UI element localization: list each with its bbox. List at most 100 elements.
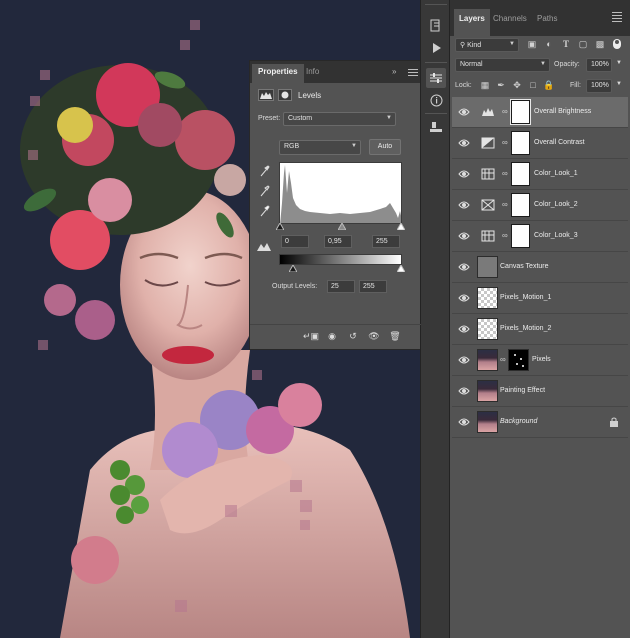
layer-row[interactable]: ∞ Color_Look_3: [452, 221, 628, 252]
link-icon[interactable]: ∞: [500, 355, 507, 366]
channel-select[interactable]: RGB ▼: [279, 140, 361, 155]
layer-row[interactable]: ∞ Pixels: [452, 345, 628, 376]
gray-point-eyedropper-icon[interactable]: [260, 185, 270, 199]
eye-icon[interactable]: [458, 231, 470, 241]
layer-mask-thumbnail[interactable]: [508, 349, 529, 371]
tab-info[interactable]: Info: [300, 64, 325, 83]
layer-row[interactable]: ∞ Overall Brightness: [452, 97, 628, 128]
link-icon[interactable]: ∞: [502, 138, 509, 149]
eye-icon[interactable]: [458, 417, 470, 427]
filter-kind-select[interactable]: ⚲ Kind ▼: [455, 38, 519, 52]
tab-paths[interactable]: Paths: [532, 9, 562, 36]
layer-row[interactable]: Canvas Texture: [452, 252, 628, 283]
layer-thumbnail[interactable]: [477, 256, 498, 278]
layer-thumbnail[interactable]: [477, 318, 498, 340]
eye-icon[interactable]: [458, 262, 470, 272]
layer-name[interactable]: Pixels_Motion_2: [500, 325, 551, 332]
eye-icon[interactable]: [458, 200, 470, 210]
layer-mask-thumbnail[interactable]: [511, 224, 530, 248]
link-icon[interactable]: ∞: [502, 231, 509, 242]
lock-position-icon[interactable]: ✥: [511, 79, 523, 91]
layer-name[interactable]: Canvas Texture: [500, 263, 549, 270]
link-icon[interactable]: ∞: [502, 107, 509, 118]
eye-icon[interactable]: [458, 107, 470, 117]
clip-to-layer-icon[interactable]: ↵▣: [303, 330, 319, 343]
view-previous-icon[interactable]: ◉: [325, 330, 339, 343]
layer-row[interactable]: ∞ Color_Look_2: [452, 190, 628, 221]
link-icon[interactable]: ∞: [502, 169, 509, 180]
layer-thumbnail[interactable]: [477, 411, 498, 433]
layer-row[interactable]: ∞ Color_Look_1: [452, 159, 628, 190]
layer-name[interactable]: Pixels: [532, 356, 551, 363]
layer-mask-thumbnail[interactable]: [511, 131, 530, 155]
fill-input[interactable]: 100%: [586, 79, 612, 93]
info-icon[interactable]: [426, 90, 446, 110]
collapse-icon[interactable]: »: [392, 67, 396, 76]
mask-icon[interactable]: [278, 89, 292, 101]
filter-pixel-icon[interactable]: ▣: [526, 38, 538, 50]
layer-name[interactable]: Overall Brightness: [534, 108, 591, 115]
layer-thumbnail[interactable]: [477, 380, 498, 402]
output-black-slider[interactable]: [288, 263, 298, 274]
eye-icon[interactable]: [458, 169, 470, 179]
output-white-field[interactable]: 255: [359, 280, 387, 293]
lock-paint-icon[interactable]: ✒: [495, 79, 507, 91]
filter-adjustment-icon[interactable]: ◐: [543, 38, 555, 50]
output-black-field[interactable]: 25: [327, 280, 355, 293]
layer-thumbnail[interactable]: [477, 349, 498, 371]
lock-artboard-icon[interactable]: □: [527, 79, 539, 91]
adjustments-icon[interactable]: [426, 68, 446, 88]
chevron-down-icon[interactable]: ▼: [616, 60, 622, 66]
layer-row[interactable]: Pixels_Motion_1: [452, 283, 628, 314]
visibility-icon[interactable]: 👁: [367, 330, 381, 343]
black-point-eyedropper-icon[interactable]: [260, 165, 270, 179]
eye-icon[interactable]: [458, 138, 470, 148]
layer-row[interactable]: ∞ Overall Contrast: [452, 128, 628, 159]
eye-icon[interactable]: [458, 355, 470, 365]
layer-mask-thumbnail[interactable]: [510, 99, 531, 125]
layer-row[interactable]: Painting Effect: [452, 376, 628, 407]
layer-mask-thumbnail[interactable]: [511, 162, 530, 186]
opacity-input[interactable]: 100%: [586, 58, 612, 72]
eye-icon[interactable]: [458, 324, 470, 334]
play-action-icon[interactable]: [426, 38, 446, 58]
lock-transparent-icon[interactable]: ▦: [479, 79, 491, 91]
clone-source-icon[interactable]: [426, 118, 446, 138]
input-gamma-field[interactable]: 0,95: [324, 235, 352, 248]
layer-name[interactable]: Overall Contrast: [534, 139, 585, 146]
lock-icon[interactable]: [610, 417, 618, 429]
filter-toggle-icon[interactable]: [612, 38, 622, 50]
filter-type-icon[interactable]: T: [560, 38, 572, 50]
layer-row[interactable]: Pixels_Motion_2: [452, 314, 628, 345]
chevron-down-icon[interactable]: ▼: [616, 81, 622, 87]
input-white-field[interactable]: 255: [372, 235, 400, 248]
link-icon[interactable]: ∞: [502, 200, 509, 211]
reset-icon[interactable]: ↺: [346, 330, 360, 343]
layer-name[interactable]: Background: [500, 418, 537, 425]
trash-icon[interactable]: 🗑: [388, 330, 402, 343]
history-icon[interactable]: [426, 16, 446, 36]
output-white-slider[interactable]: [396, 263, 406, 274]
layer-thumbnail[interactable]: [477, 287, 498, 309]
auto-button[interactable]: Auto: [369, 139, 401, 155]
layer-row[interactable]: Background: [452, 407, 628, 438]
tab-channels[interactable]: Channels: [488, 9, 532, 36]
panel-menu-icon[interactable]: [408, 69, 418, 78]
preset-select[interactable]: Custom ▼: [283, 112, 396, 126]
layer-name[interactable]: Pixels_Motion_1: [500, 294, 551, 301]
tab-layers[interactable]: Layers: [454, 9, 490, 36]
input-white-slider[interactable]: [396, 221, 406, 232]
layer-name[interactable]: Color_Look_2: [534, 201, 578, 208]
input-black-field[interactable]: 0: [281, 235, 309, 248]
layer-mask-thumbnail[interactable]: [511, 193, 530, 217]
white-point-eyedropper-icon[interactable]: [260, 205, 270, 219]
input-black-slider[interactable]: [275, 221, 285, 232]
eye-icon[interactable]: [458, 293, 470, 303]
filter-smart-object-icon[interactable]: ▩: [594, 38, 606, 50]
filter-shape-icon[interactable]: ▢: [577, 38, 589, 50]
input-gamma-slider[interactable]: [337, 221, 347, 232]
layer-name[interactable]: Color_Look_3: [534, 232, 578, 239]
clipping-warning-icon[interactable]: [257, 242, 271, 253]
layer-name[interactable]: Painting Effect: [500, 387, 545, 394]
tab-properties[interactable]: Properties: [252, 64, 304, 83]
